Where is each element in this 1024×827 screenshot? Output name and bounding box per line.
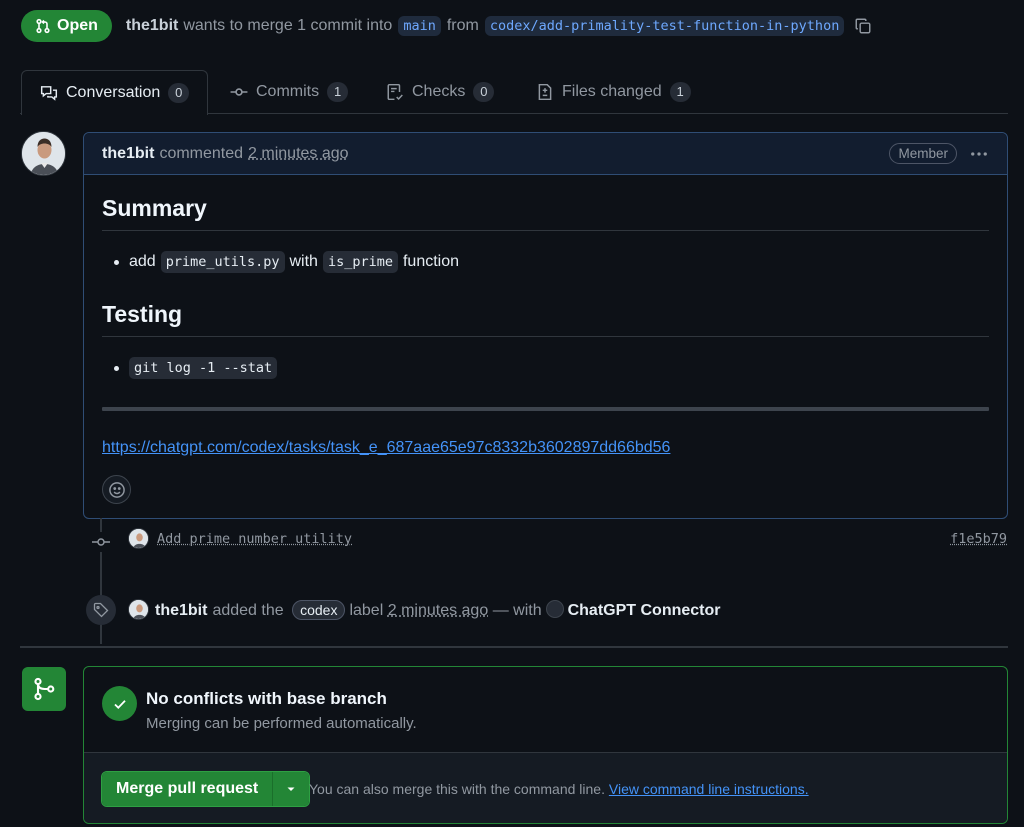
app-name[interactable]: ChatGPT Connector — [568, 602, 721, 619]
merge-options-button[interactable] — [273, 772, 310, 806]
avatar[interactable] — [128, 528, 149, 549]
tab-files-changed[interactable]: Files changed 1 — [536, 70, 691, 114]
comment-body: Summary add prime_utils.py with is_prime… — [84, 195, 1007, 504]
comment-discussion-icon — [40, 84, 58, 102]
testing-list-item: git log -1 --stat — [114, 357, 989, 379]
inline-code: is_prime — [322, 251, 398, 273]
pr-header: Open the1bit wants to merge 1 commit int… — [21, 10, 872, 42]
event-author[interactable]: the1bit — [155, 602, 207, 619]
tab-label: Commits — [256, 83, 320, 100]
tab-counter: 0 — [473, 82, 495, 102]
pr-state-label: Open — [57, 17, 98, 34]
tab-label: Conversation — [66, 84, 161, 101]
git-merge-icon — [22, 667, 66, 711]
file-diff-icon — [536, 83, 554, 101]
git-commit-icon — [230, 83, 248, 101]
merge-text: wants to merge 1 commit into — [183, 17, 393, 34]
merge-actions: Merge pull request You can also merge th… — [84, 753, 1007, 823]
label-event: the1bit added the codex label 2 minutes ag… — [128, 599, 720, 620]
tab-counter: 1 — [327, 82, 349, 102]
commit-item: Add prime number utility — [128, 528, 352, 549]
merge-status: No conflicts with base branch Merging ca… — [84, 667, 1007, 753]
tag-icon — [86, 595, 116, 625]
merge-box: No conflicts with base branch Merging ca… — [83, 666, 1008, 824]
testing-heading: Testing — [102, 301, 989, 337]
base-branch[interactable]: main — [398, 16, 441, 36]
merge-hint-text: You can also merge this with the command… — [309, 781, 605, 797]
merge-hint: You can also merge this with the command… — [309, 781, 809, 797]
tab-commits[interactable]: Commits 1 — [230, 70, 349, 114]
label-event-text: the1bit added the codex label 2 minutes ag… — [149, 599, 721, 620]
event-text-3: — with — [492, 601, 542, 619]
member-badge: Member — [889, 143, 957, 164]
summary-text-pre: add — [129, 253, 156, 270]
head-branch[interactable]: codex/add-primality-test-function-in-pyt… — [484, 16, 845, 36]
command-line-instructions-link[interactable]: View command line instructions. — [609, 781, 809, 797]
smiley-icon — [108, 481, 126, 499]
summary-list-item: add prime_utils.py with is_prime functio… — [114, 251, 989, 273]
pr-author[interactable]: the1bit — [126, 17, 178, 35]
commit-message[interactable]: Add prime number utility — [157, 531, 352, 547]
tab-label: Files changed — [562, 83, 662, 100]
avatar[interactable] — [21, 131, 66, 176]
tab-counter: 1 — [669, 82, 691, 102]
comment-header: the1bit commented 2 minutes ago Member — [84, 133, 1007, 175]
comment-time[interactable]: 2 minutes ago — [248, 145, 349, 163]
avatar[interactable] — [128, 599, 149, 620]
inline-code: prime_utils.py — [160, 251, 285, 273]
comment-action: commented — [159, 144, 244, 162]
merge-status-title: No conflicts with base branch — [146, 689, 387, 708]
merge-button-group: Merge pull request — [101, 771, 311, 807]
inline-code: git log -1 --stat — [129, 357, 278, 379]
commit-sha[interactable]: f1e5b79 — [950, 531, 1007, 547]
chatgpt-app-icon — [545, 599, 564, 618]
summary-heading: Summary — [102, 195, 989, 231]
pr-comment: the1bit commented 2 minutes ago Member S… — [83, 132, 1008, 519]
copy-icon[interactable] — [854, 17, 872, 35]
git-pull-request-icon — [35, 18, 51, 34]
check-icon — [102, 686, 137, 721]
timeline-divider — [20, 646, 1008, 648]
bullet — [114, 259, 119, 265]
comment-author[interactable]: the1bit — [102, 145, 154, 163]
merge-status-subtitle: Merging can be performed automatically. — [146, 715, 417, 732]
merge-pull-request-button[interactable]: Merge pull request — [102, 772, 274, 806]
tab-counter: 0 — [168, 83, 190, 103]
pr-state-badge: Open — [21, 10, 112, 42]
codex-task-link[interactable]: https://chatgpt.com/codex/tasks/task_e_6… — [102, 439, 670, 456]
bullet — [114, 365, 119, 371]
kebab-horizontal-icon[interactable] — [969, 144, 989, 164]
tab-conversation[interactable]: Conversation 0 — [21, 70, 209, 115]
add-reaction-button[interactable] — [102, 475, 131, 504]
label-codex[interactable]: codex — [292, 599, 346, 620]
event-text-2: label — [349, 601, 384, 619]
triangle-down-icon — [285, 783, 297, 795]
tab-checks[interactable]: Checks 0 — [386, 70, 495, 114]
horizontal-rule — [102, 407, 989, 411]
pr-tabs: Conversation 0 Commits 1 Checks 0 Files … — [20, 70, 1008, 115]
event-time[interactable]: 2 minutes ago — [388, 602, 489, 619]
summary-text-mid: with — [289, 253, 318, 270]
summary-text-post: function — [402, 253, 460, 270]
checklist-icon — [386, 83, 404, 101]
git-commit-icon — [92, 532, 110, 552]
from-text: from — [446, 17, 479, 34]
event-text-1: added the — [212, 601, 284, 619]
tab-label: Checks — [412, 83, 466, 100]
